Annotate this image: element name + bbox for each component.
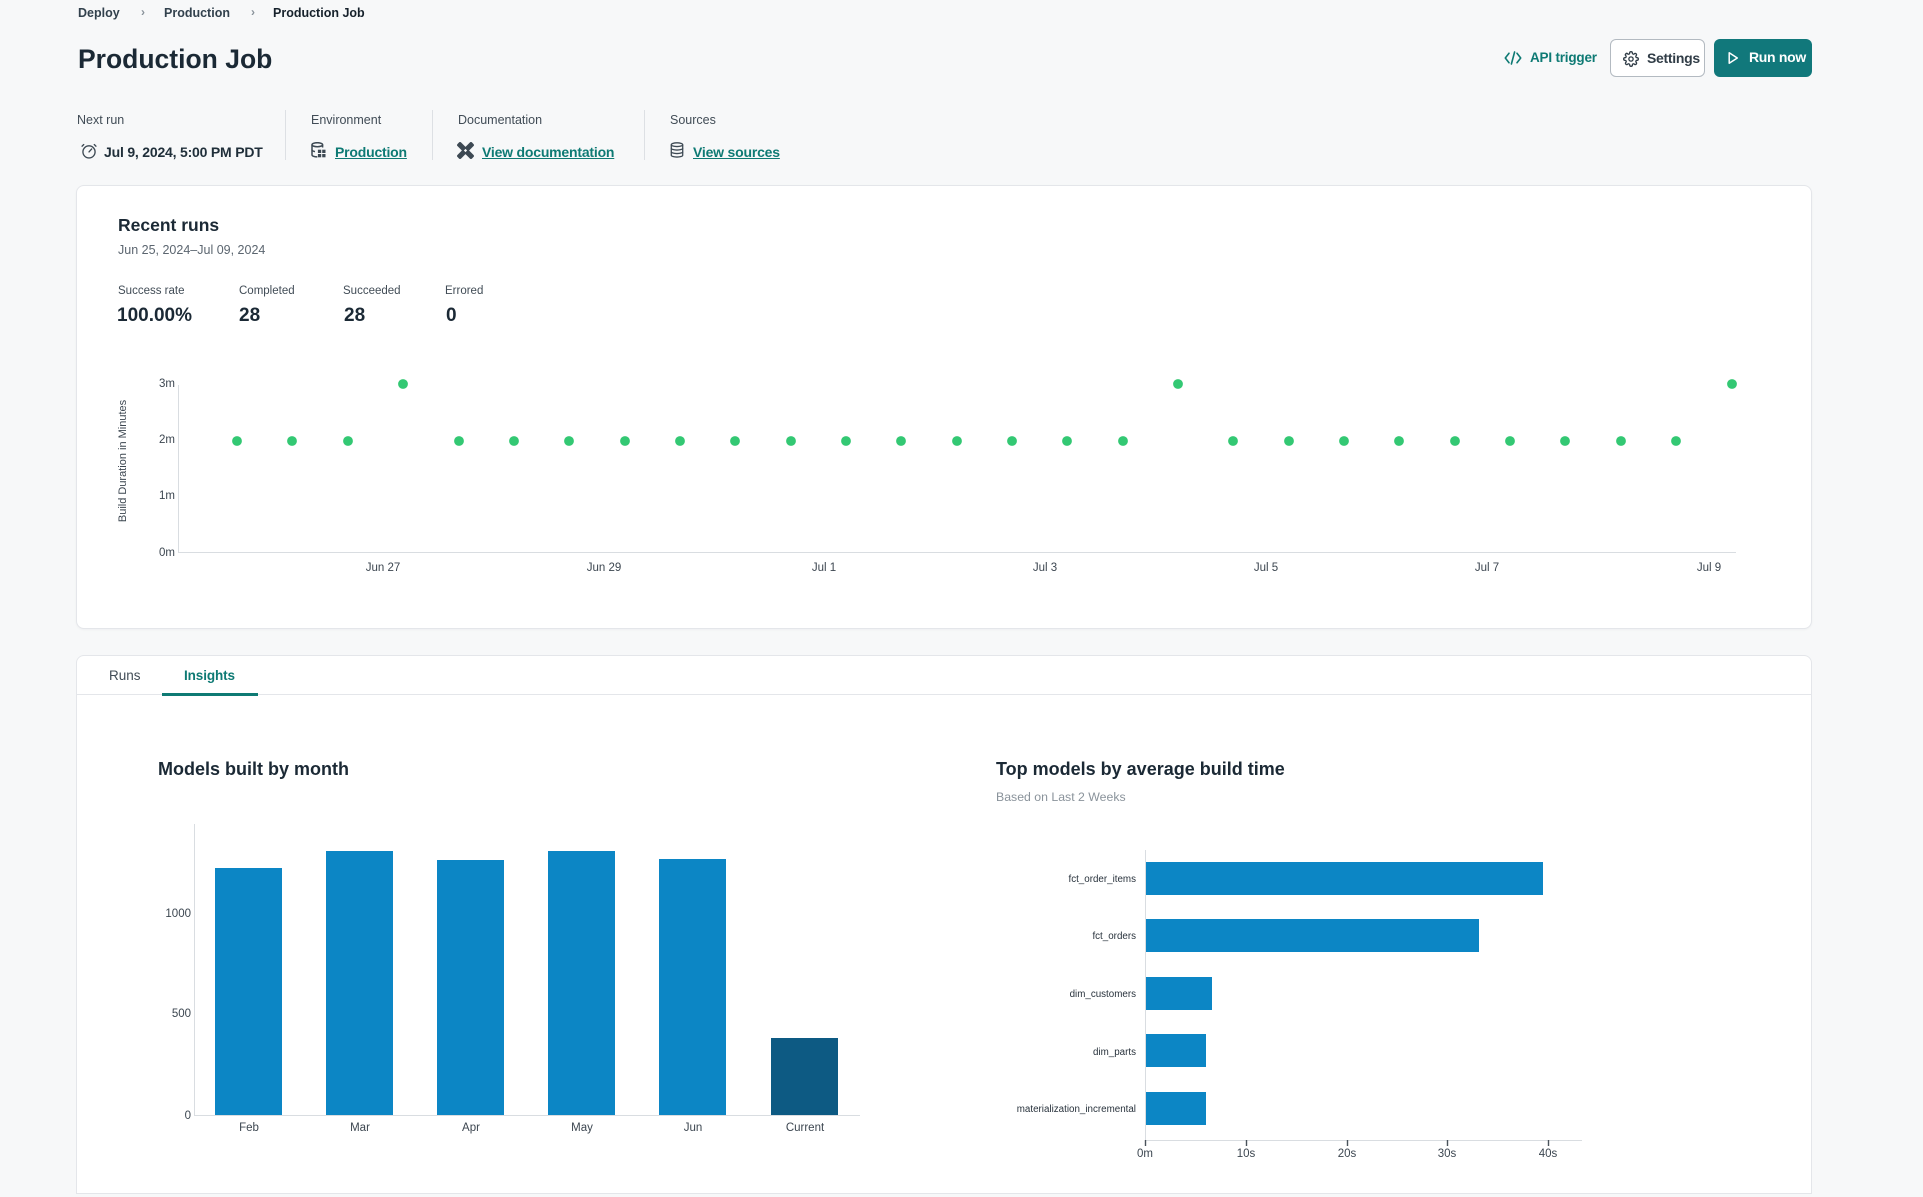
svg-text:Jun: Jun <box>684 1122 703 1134</box>
svg-text:May: May <box>571 1122 593 1134</box>
svg-text:Jul 1: Jul 1 <box>812 562 836 574</box>
svg-text:Jul 7: Jul 7 <box>1475 562 1499 574</box>
svg-text:materialization_incremental: materialization_incremental <box>1017 1104 1136 1115</box>
svg-text:Jul 9: Jul 9 <box>1697 562 1721 574</box>
svg-text:1000: 1000 <box>165 908 191 920</box>
svg-text:Current: Current <box>786 1122 825 1134</box>
svg-text:Jun 27: Jun 27 <box>366 562 401 574</box>
svg-text:dim_customers: dim_customers <box>1070 989 1137 1000</box>
svg-text:Jul 5: Jul 5 <box>1254 562 1278 574</box>
svg-text:fct_orders: fct_orders <box>1092 931 1136 942</box>
svg-text:fct_order_items: fct_order_items <box>1068 874 1136 885</box>
svg-text:0m: 0m <box>1137 1148 1153 1160</box>
svg-text:0: 0 <box>185 1110 191 1122</box>
svg-text:2m: 2m <box>159 434 175 446</box>
svg-text:10s: 10s <box>1237 1148 1256 1160</box>
svg-text:Jul 3: Jul 3 <box>1033 562 1057 574</box>
svg-text:Feb: Feb <box>239 1122 259 1134</box>
svg-text:1m: 1m <box>159 490 175 502</box>
svg-text:500: 500 <box>172 1008 191 1020</box>
svg-text:40s: 40s <box>1539 1148 1558 1160</box>
svg-text:dim_parts: dim_parts <box>1093 1047 1136 1058</box>
svg-text:Build Duration in Minutes: Build Duration in Minutes <box>117 399 129 522</box>
svg-text:20s: 20s <box>1338 1148 1357 1160</box>
svg-text:3m: 3m <box>159 378 175 390</box>
svg-text:0m: 0m <box>159 547 175 559</box>
svg-text:Apr: Apr <box>462 1122 480 1134</box>
svg-text:Jun 29: Jun 29 <box>587 562 622 574</box>
svg-text:30s: 30s <box>1438 1148 1457 1160</box>
svg-text:Mar: Mar <box>350 1122 370 1134</box>
